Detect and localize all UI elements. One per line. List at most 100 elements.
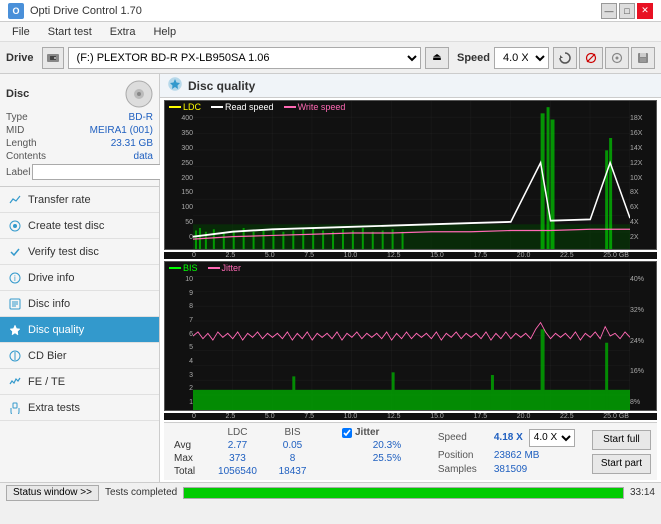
stats-table: LDC BIS Jitter (170, 426, 434, 477)
disc-burn-button[interactable] (605, 47, 629, 69)
disc-panel-title: Disc (6, 88, 29, 100)
disc-length-label: Length (6, 138, 37, 149)
window-controls: — □ ✕ (601, 3, 653, 19)
disc-type-label: Type (6, 112, 28, 123)
disc-length-value: 23.31 GB (111, 138, 153, 149)
app-icon: O (8, 3, 24, 19)
action-buttons: Start full Start part (592, 426, 651, 477)
speed-select[interactable]: 4.0 X 2.0 X 6.0 X 8.0 X (494, 47, 549, 69)
transfer-rate-icon (8, 193, 22, 207)
stats-max-label: Max (170, 452, 210, 465)
position-value: 23862 MB (494, 450, 540, 461)
disc-erase-button[interactable] (579, 47, 603, 69)
content-area: Disc quality LDC Read speed (160, 74, 661, 482)
disc-contents-value: data (134, 151, 153, 162)
disc-length-row: Length 23.31 GB (6, 138, 153, 149)
cd-bier-icon (8, 349, 22, 363)
extra-tests-icon (8, 401, 22, 415)
sidebar-item-label-verify-test-disc: Verify test disc (28, 246, 99, 258)
status-time: 33:14 (630, 487, 655, 498)
sidebar-item-label-fe-te: FE / TE (28, 376, 65, 388)
drivebar: Drive (F:) PLEXTOR BD-R PX-LB950SA 1.06 … (0, 42, 661, 74)
disc-info-icon (8, 297, 22, 311)
disc-graphic (125, 80, 153, 108)
sidebar-item-label-disc-info: Disc info (28, 298, 70, 310)
legend-write-speed: Write speed (298, 102, 346, 112)
close-button[interactable]: ✕ (637, 3, 653, 19)
legend-jitter: Jitter (222, 263, 242, 273)
disc-mid-row: MID MEIRA1 (001) (6, 125, 153, 136)
content-header-icon (168, 77, 182, 94)
sidebar-item-label-extra-tests: Extra tests (28, 402, 80, 414)
progress-bar (184, 488, 623, 498)
stats-total-bis: 18437 (265, 465, 320, 478)
stats-avg-ldc: 2.77 (210, 439, 265, 452)
chart2-legend: BIS Jitter (169, 263, 241, 273)
sidebar-item-disc-quality[interactable]: Disc quality (0, 317, 159, 343)
sidebar-item-label-create-test-disc: Create test disc (28, 220, 104, 232)
samples-value: 381509 (494, 464, 527, 475)
disc-mid-value: MEIRA1 (001) (90, 125, 153, 136)
disc-label-row: Label ✏ (6, 164, 153, 180)
sidebar-item-cd-bier[interactable]: CD Bier (0, 343, 159, 369)
sidebar-item-create-test-disc[interactable]: Create test disc (0, 213, 159, 239)
jitter-checkbox[interactable] (342, 428, 352, 438)
start-full-button[interactable]: Start full (592, 430, 651, 450)
chart1-legend: LDC Read speed Write speed (169, 102, 345, 112)
chart2-y-axis-left: 10 9 8 7 6 5 4 3 2 1 (165, 262, 193, 410)
drive-select[interactable]: (F:) PLEXTOR BD-R PX-LB950SA 1.06 (68, 47, 421, 69)
disc-type-row: Type BD-R (6, 112, 153, 123)
status-text: Tests completed (105, 487, 177, 498)
save-button[interactable] (631, 47, 655, 69)
chart2-y-axis-right: 40% 32% 24% 16% 8% (630, 262, 656, 410)
create-test-disc-icon (8, 219, 22, 233)
main-area: Disc Type BD-R MID MEIRA1 (001) Length 2… (0, 74, 661, 482)
menu-file[interactable]: File (4, 24, 38, 40)
content-header: Disc quality (160, 74, 661, 98)
statusbar: Status window >> Tests completed 33:14 (0, 482, 661, 502)
sidebar-item-disc-info[interactable]: Disc info (0, 291, 159, 317)
svg-text:i: i (14, 274, 16, 283)
stats-avg-bis: 0.05 (265, 439, 320, 452)
stats-total-label: Total (170, 465, 210, 478)
sidebar: Disc Type BD-R MID MEIRA1 (001) Length 2… (0, 74, 160, 482)
stats-max-bis: 8 (265, 452, 320, 465)
chart2-plot (193, 262, 630, 410)
maximize-button[interactable]: □ (619, 3, 635, 19)
fe-te-icon (8, 375, 22, 389)
status-window-button[interactable]: Status window >> (6, 485, 99, 501)
sidebar-item-transfer-rate[interactable]: Transfer rate (0, 187, 159, 213)
eject-button[interactable]: ⏏ (425, 47, 449, 69)
menubar: File Start test Extra Help (0, 22, 661, 42)
drive-label: Drive (6, 52, 34, 64)
menu-help[interactable]: Help (145, 24, 184, 40)
col-ldc: LDC (210, 426, 265, 439)
disc-contents-row: Contents data (6, 151, 153, 162)
sidebar-item-extra-tests[interactable]: Extra tests (0, 395, 159, 421)
right-stats: Speed 4.18 X 4.0 X2.0 X6.0 X Position 23… (438, 426, 588, 477)
sidebar-item-fe-te[interactable]: FE / TE (0, 369, 159, 395)
disc-quality-icon (8, 323, 22, 337)
disc-contents-label: Contents (6, 151, 46, 162)
progress-bar-container (183, 487, 624, 499)
menu-start-test[interactable]: Start test (40, 24, 100, 40)
samples-label: Samples (438, 464, 488, 475)
sidebar-item-label-drive-info: Drive info (28, 272, 74, 284)
speed-dropdown[interactable]: 4.0 X2.0 X6.0 X (529, 429, 575, 447)
legend-bis: BIS (183, 263, 198, 273)
disc-mid-label: MID (6, 125, 24, 136)
chart2-x-axis: 0 2.5 5.0 7.5 10.0 12.5 15.0 17.5 20.0 2… (164, 413, 657, 420)
minimize-button[interactable]: — (601, 3, 617, 19)
disc-type-value: BD-R (129, 112, 153, 123)
menu-extra[interactable]: Extra (102, 24, 144, 40)
sidebar-item-drive-info[interactable]: i Drive info (0, 265, 159, 291)
jitter-checkbox-label[interactable]: Jitter (342, 427, 432, 438)
chart-bis: BIS Jitter 10 9 8 7 6 5 4 3 (164, 261, 657, 411)
chart-ldc: LDC Read speed Write speed 400 350 300 (164, 100, 657, 250)
speed-refresh-button[interactable] (553, 47, 577, 69)
disc-label-key: Label (6, 167, 30, 178)
start-part-button[interactable]: Start part (592, 454, 651, 474)
sidebar-item-verify-test-disc[interactable]: Verify test disc (0, 239, 159, 265)
verify-test-disc-icon (8, 245, 22, 259)
disc-label-input[interactable] (32, 164, 170, 180)
